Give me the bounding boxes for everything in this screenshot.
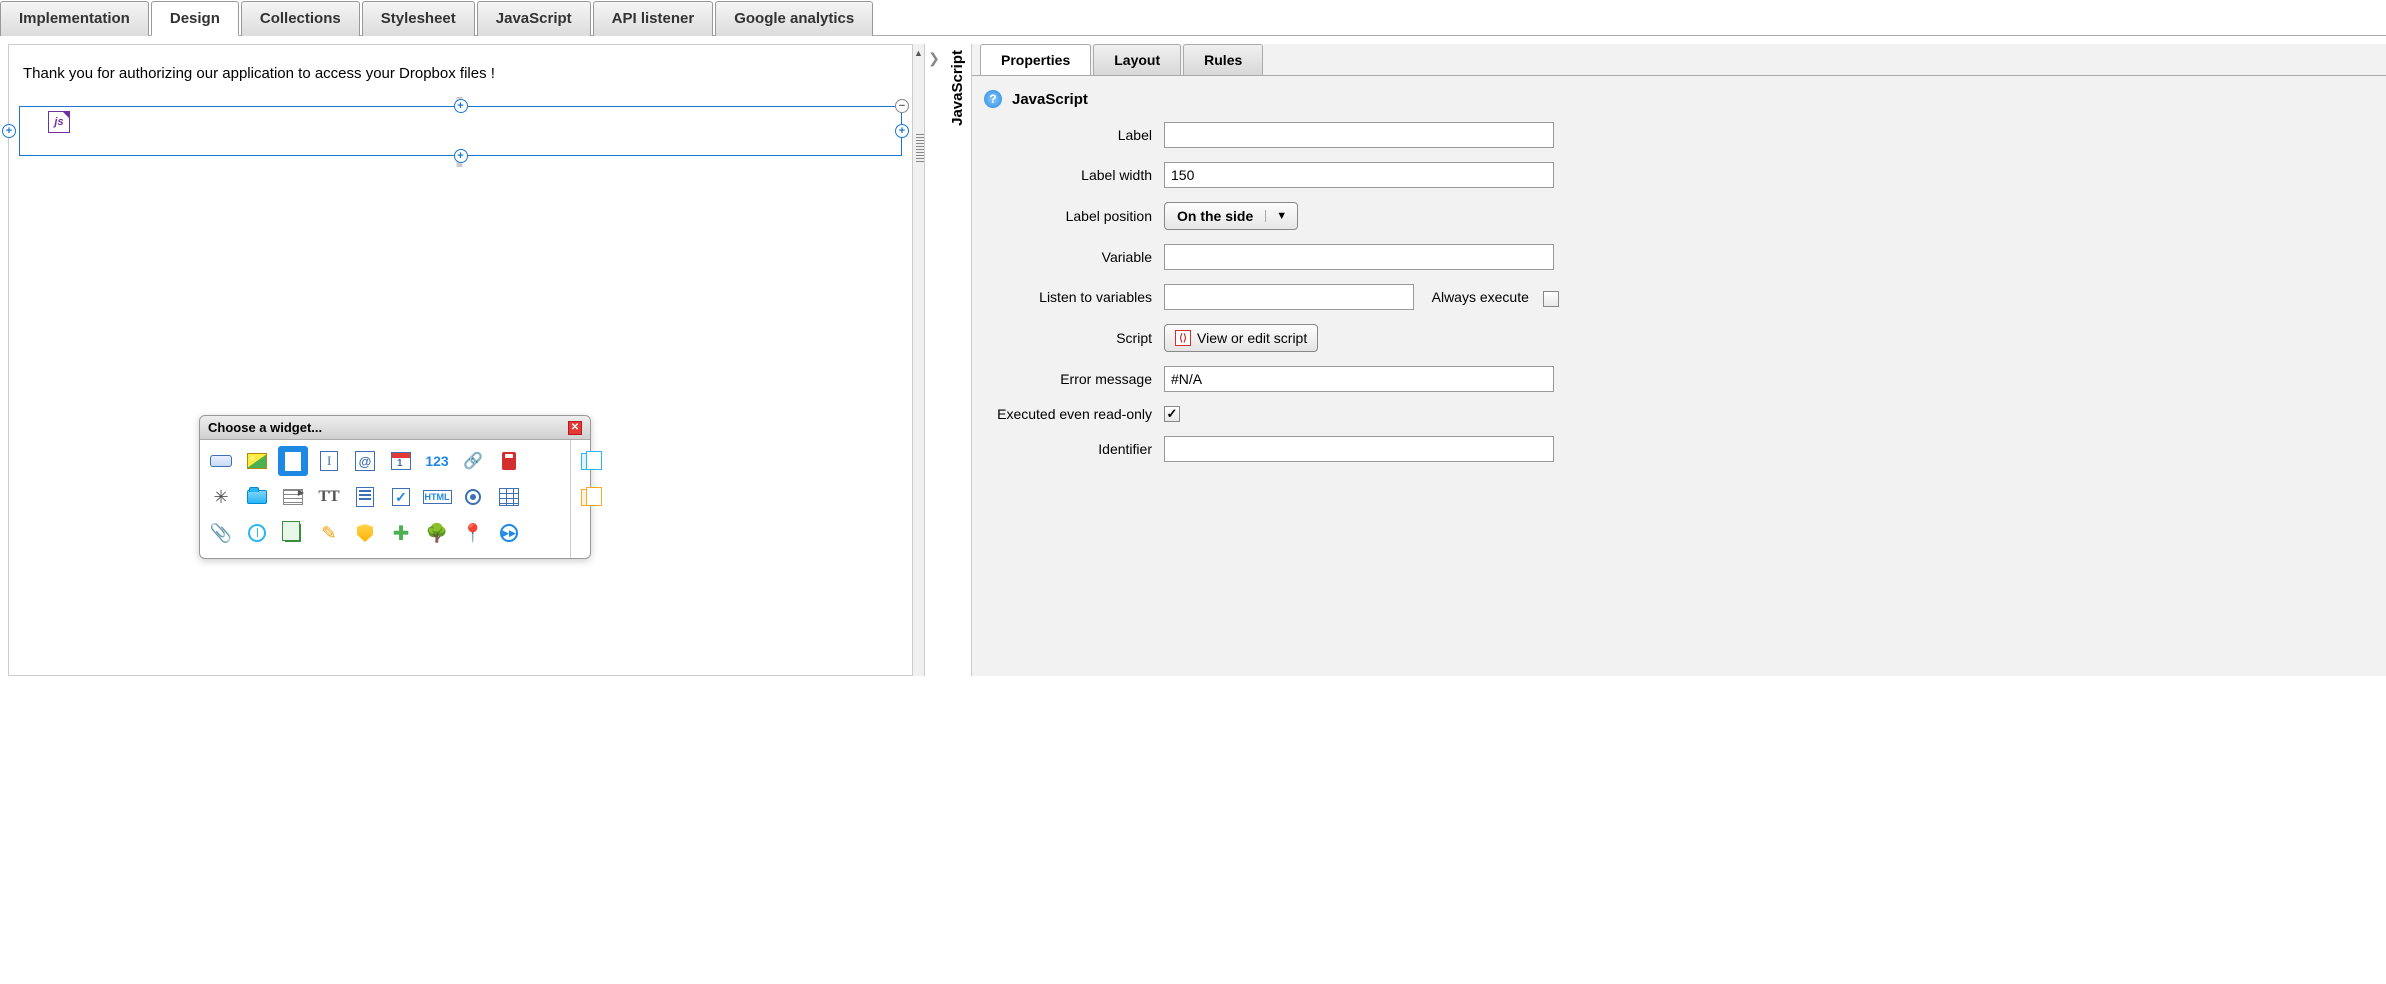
listen-input[interactable]	[1164, 284, 1414, 310]
script-icon: ⟨⟩	[1175, 330, 1191, 346]
panel-collapse-button[interactable]: ❯	[925, 36, 943, 676]
always-execute-label: Always execute	[1432, 289, 1529, 305]
widget-attachment-icon[interactable]: 📎	[206, 518, 236, 548]
script-label: Script	[984, 330, 1164, 346]
widget-edit-icon[interactable]: ✎	[314, 518, 344, 548]
widget-folder-icon[interactable]	[242, 482, 272, 512]
tab-layout[interactable]: Layout	[1093, 44, 1181, 75]
identifier-label: Identifier	[984, 441, 1164, 457]
tab-google-analytics[interactable]: Google analytics	[715, 1, 873, 36]
variable-label: Variable	[984, 249, 1164, 265]
error-message-input[interactable]	[1164, 366, 1554, 392]
identifier-input[interactable]	[1164, 436, 1554, 462]
design-canvas[interactable]: Thank you for authorizing our applicatio…	[8, 44, 913, 676]
properties-body: ? JavaScript Label Label width Label pos…	[972, 75, 2386, 490]
palette-copy-icon[interactable]	[573, 446, 603, 476]
widget-email-icon[interactable]: @	[350, 446, 380, 476]
listen-label: Listen to variables	[984, 289, 1164, 305]
widget-shield-icon[interactable]	[350, 518, 380, 548]
widget-form-icon[interactable]	[350, 482, 380, 512]
add-handle-right[interactable]: +	[895, 124, 909, 138]
widget-radio-icon[interactable]	[458, 482, 488, 512]
canvas-scrollbar[interactable]	[913, 44, 925, 676]
side-section-label-text: JavaScript	[949, 50, 966, 136]
scrollbar-thumb[interactable]	[916, 134, 924, 164]
palette-grid: js @ 123 🔗 ✳ TT ✓ HTML	[200, 440, 570, 558]
label-label: Label	[984, 127, 1164, 143]
view-edit-script-label: View or edit script	[1197, 330, 1307, 346]
palette-body: js @ 123 🔗 ✳ TT ✓ HTML	[200, 440, 590, 558]
exec-readonly-checkbox[interactable]	[1164, 406, 1180, 422]
palette-title: Choose a widget...	[208, 420, 322, 435]
js-widget-icon[interactable]: js	[48, 111, 70, 133]
tab-javascript[interactable]: JavaScript	[477, 1, 591, 36]
error-message-label: Error message	[984, 371, 1164, 387]
palette-close-button[interactable]: ✕	[568, 421, 582, 435]
properties-section-name: JavaScript	[1012, 91, 1088, 108]
widget-number-icon[interactable]: 123	[422, 446, 452, 476]
properties-panel: Properties Layout Rules ? JavaScript Lab…	[971, 44, 2386, 676]
label-input[interactable]	[1164, 122, 1554, 148]
label-position-value: On the side	[1165, 208, 1265, 224]
label-position-select[interactable]: On the side ▼	[1164, 202, 1298, 230]
label-width-input[interactable]	[1164, 162, 1554, 188]
label-width-label: Label width	[984, 167, 1164, 183]
widget-palette: Choose a widget... ✕ js @ 123 🔗 ✳	[199, 415, 591, 559]
tab-stylesheet[interactable]: Stylesheet	[362, 1, 475, 36]
widget-spinner-icon[interactable]: ✳	[206, 482, 236, 512]
tab-collections[interactable]: Collections	[241, 1, 360, 36]
palette-header[interactable]: Choose a widget... ✕	[200, 416, 590, 440]
widget-table-icon[interactable]	[494, 482, 524, 512]
widget-copy-icon[interactable]	[278, 518, 308, 548]
widget-calendar-icon[interactable]	[386, 446, 416, 476]
widget-textfield-icon[interactable]	[314, 446, 344, 476]
widget-empty-2	[530, 482, 560, 512]
selected-widget-row[interactable]: + + + + − js	[19, 106, 902, 156]
view-edit-script-button[interactable]: ⟨⟩ View or edit script	[1164, 324, 1318, 352]
widget-tree-icon[interactable]: 🌳	[422, 518, 452, 548]
remove-handle[interactable]: −	[895, 99, 909, 113]
widget-html-icon[interactable]: HTML	[422, 482, 452, 512]
canvas-message-text: Thank you for authorizing our applicatio…	[9, 45, 912, 92]
js-widget-label: js	[54, 116, 63, 128]
properties-tab-bar: Properties Layout Rules	[972, 44, 2386, 75]
widget-clock-icon[interactable]	[242, 518, 272, 548]
widget-input-icon[interactable]	[206, 446, 236, 476]
help-icon[interactable]: ?	[984, 90, 1002, 108]
widget-checkbox-icon[interactable]: ✓	[386, 482, 416, 512]
exec-readonly-label: Executed even read-only	[984, 406, 1164, 422]
chevron-down-icon: ▼	[1265, 210, 1297, 222]
widget-list-icon[interactable]	[278, 482, 308, 512]
widget-empty-3	[530, 518, 560, 548]
widget-empty-1	[530, 446, 560, 476]
add-handle-bottom[interactable]: +	[454, 149, 468, 163]
widget-database-icon[interactable]	[494, 446, 524, 476]
widget-pin-icon[interactable]: 📍	[458, 518, 488, 548]
widget-next-icon[interactable]: ▶▶	[494, 518, 524, 548]
chevron-right-icon: ❯	[928, 50, 940, 67]
palette-paste-icon[interactable]	[573, 482, 603, 512]
tab-design[interactable]: Design	[151, 1, 239, 36]
add-handle-top[interactable]: +	[454, 99, 468, 113]
tab-api-listener[interactable]: API listener	[593, 1, 714, 36]
tab-properties[interactable]: Properties	[980, 44, 1091, 75]
tab-implementation[interactable]: Implementation	[0, 1, 149, 36]
always-execute-checkbox[interactable]	[1543, 291, 1559, 307]
properties-section-title: ? JavaScript	[984, 90, 2374, 108]
widget-text-icon[interactable]: TT	[314, 482, 344, 512]
widget-javascript-icon[interactable]: js	[278, 446, 308, 476]
widget-image-icon[interactable]	[242, 446, 272, 476]
add-handle-left[interactable]: +	[2, 124, 16, 138]
side-section-label: JavaScript	[943, 36, 971, 676]
widget-link-icon[interactable]: 🔗	[458, 446, 488, 476]
tab-rules[interactable]: Rules	[1183, 44, 1263, 75]
main-layout: Thank you for authorizing our applicatio…	[0, 36, 2386, 676]
top-tab-bar: Implementation Design Collections Styles…	[0, 0, 2386, 36]
widget-puzzle-icon[interactable]: ✚	[386, 518, 416, 548]
palette-side-actions	[570, 440, 604, 558]
label-position-label: Label position	[984, 208, 1164, 224]
variable-input[interactable]	[1164, 244, 1554, 270]
